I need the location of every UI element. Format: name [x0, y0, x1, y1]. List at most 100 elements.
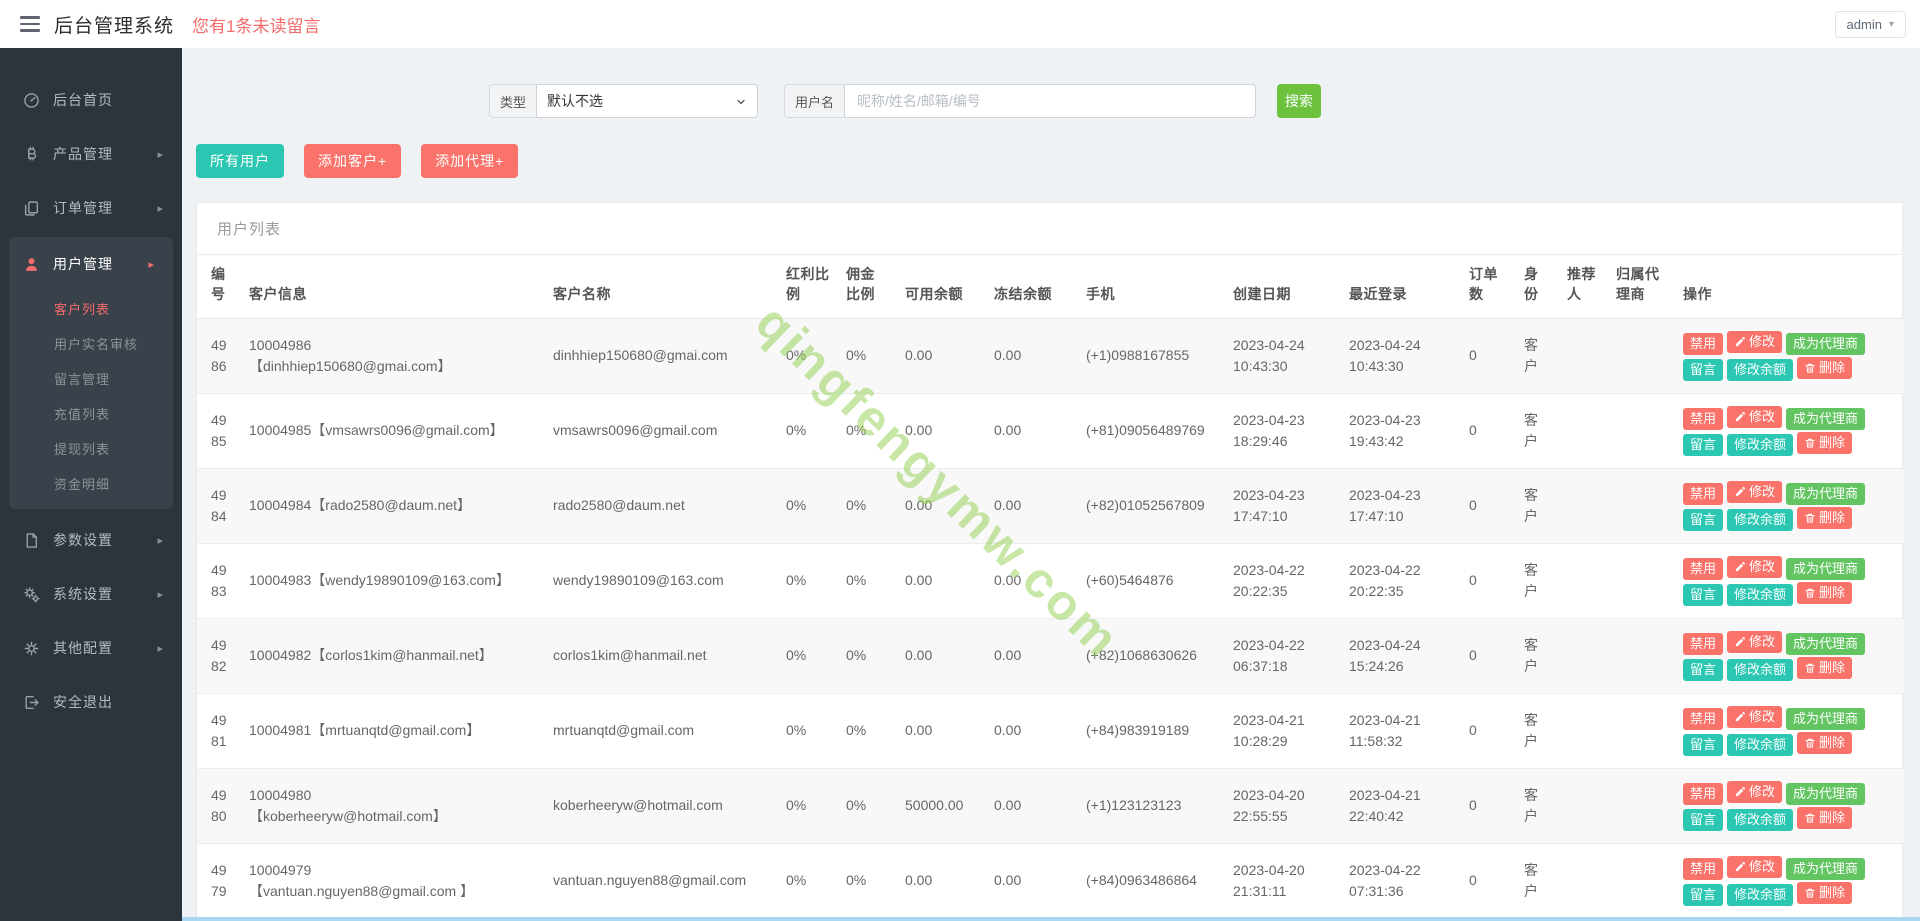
edit-button[interactable]: 修改 — [1727, 480, 1783, 503]
message-button[interactable]: 留言 — [1683, 733, 1724, 756]
sidebar-subitem[interactable]: 充值列表 — [9, 396, 173, 431]
disable-button[interactable]: 禁用 — [1683, 557, 1724, 580]
pencil-icon — [1734, 486, 1746, 498]
cell-commission: 0% — [846, 497, 867, 514]
username-input[interactable] — [844, 84, 1257, 118]
disable-button[interactable]: 禁用 — [1683, 782, 1724, 805]
search-button[interactable]: 搜索 — [1277, 84, 1322, 118]
sidebar-item[interactable]: 安全退出 — [0, 675, 182, 729]
admin-dropdown[interactable]: admin ▾ — [1834, 10, 1906, 38]
edit-button[interactable]: 修改 — [1727, 855, 1783, 878]
all-users-button[interactable]: 所有用户 — [196, 144, 284, 178]
message-button[interactable]: 留言 — [1683, 358, 1724, 381]
edit-balance-button[interactable]: 修改余额 — [1727, 508, 1794, 531]
menu-toggle-icon[interactable] — [20, 16, 40, 32]
cell-commission: 0% — [846, 422, 867, 439]
disable-button[interactable]: 禁用 — [1683, 332, 1724, 355]
edit-button[interactable]: 修改 — [1727, 630, 1783, 653]
trash-icon — [1804, 887, 1816, 899]
cell-agent — [1608, 318, 1675, 393]
edit-balance-button[interactable]: 修改余额 — [1727, 358, 1794, 381]
column-header: 佣金比例 — [838, 255, 897, 319]
cell-commission: 0% — [846, 797, 867, 814]
sidebar-item[interactable]: 系统设置 ▸ — [0, 567, 182, 621]
sidebar-item[interactable]: 其他配置 ▸ — [0, 621, 182, 675]
sidebar-subitem[interactable]: 用户实名审核 — [9, 326, 173, 361]
cell-available: 0.00 — [905, 347, 933, 364]
edit-balance-button[interactable]: 修改余额 — [1727, 433, 1794, 456]
sidebar-subitem[interactable]: 提现列表 — [9, 431, 173, 466]
delete-button[interactable]: 删除 — [1797, 356, 1853, 379]
sidebar-subitem[interactable]: 客户列表 — [9, 291, 173, 326]
delete-button[interactable]: 删除 — [1797, 506, 1853, 529]
edit-button[interactable]: 修改 — [1727, 405, 1783, 428]
cell-commission: 0% — [846, 572, 867, 589]
sidebar-item[interactable]: 参数设置 ▸ — [0, 513, 182, 567]
delete-button[interactable]: 删除 — [1797, 881, 1853, 904]
disable-button[interactable]: 禁用 — [1683, 857, 1724, 880]
edit-balance-button[interactable]: 修改余额 — [1727, 808, 1794, 831]
delete-button[interactable]: 删除 — [1797, 731, 1853, 754]
delete-button[interactable]: 删除 — [1797, 581, 1853, 604]
table-row: 4984 10004984【rado2580@daum.net】 rado2580@… — [197, 468, 1904, 544]
cell-last-login: 2023-04-21 11:58:32 — [1349, 711, 1421, 749]
message-button[interactable]: 留言 — [1683, 883, 1724, 906]
message-button[interactable]: 留言 — [1683, 808, 1724, 831]
disable-button[interactable]: 禁用 — [1683, 707, 1724, 730]
become-agent-button[interactable]: 成为代理商 — [1786, 332, 1866, 355]
cell-role: 客户 — [1524, 486, 1538, 524]
table-row: 4981 10004981【mrtuanqtd@gmail.com】 mrtuanq… — [197, 693, 1904, 768]
become-agent-button[interactable]: 成为代理商 — [1786, 557, 1866, 580]
become-agent-button[interactable]: 成为代理商 — [1786, 632, 1866, 655]
cell-name: dinhhiep150680@gmai.com — [553, 347, 728, 364]
disable-button[interactable]: 禁用 — [1683, 407, 1724, 430]
sidebar-item[interactable]: 用户管理 ▸ — [9, 237, 173, 291]
sidebar-item[interactable]: 后台首页 — [0, 73, 182, 127]
add-agent-button[interactable]: 添加代理+ — [421, 144, 519, 178]
edit-button[interactable]: 修改 — [1727, 705, 1783, 728]
column-header: 红利比例 — [778, 255, 838, 319]
cell-name: rado2580@daum.net — [553, 497, 685, 514]
cell-orders: 0 — [1469, 422, 1477, 439]
pencil-icon — [1734, 861, 1746, 873]
column-header: 身份 — [1516, 255, 1559, 319]
disable-button[interactable]: 禁用 — [1683, 632, 1724, 655]
message-button[interactable]: 留言 — [1683, 508, 1724, 531]
become-agent-button[interactable]: 成为代理商 — [1786, 782, 1866, 805]
message-button[interactable]: 留言 — [1683, 583, 1724, 606]
message-button[interactable]: 留言 — [1683, 658, 1724, 681]
cell-actions: 禁用修改成为代理商留言修改余额删除 — [1675, 318, 1904, 393]
edit-button[interactable]: 修改 — [1727, 555, 1783, 578]
sidebar-item[interactable]: 订单管理 ▸ — [0, 181, 182, 235]
become-agent-button[interactable]: 成为代理商 — [1786, 482, 1866, 505]
sidebar-item-label: 产品管理 — [53, 146, 113, 162]
unread-message-notice[interactable]: 您有1条未读留言 — [192, 12, 320, 37]
disable-button[interactable]: 禁用 — [1683, 482, 1724, 505]
cell-frozen: 0.00 — [994, 647, 1022, 664]
main-content: 类型 默认不选 用户名 搜索 所有用户 添加客户+ 添加代理+ 用户列表 编号客… — [182, 48, 1920, 921]
become-agent-button[interactable]: 成为代理商 — [1786, 857, 1866, 880]
edit-balance-button[interactable]: 修改余额 — [1727, 658, 1794, 681]
delete-button[interactable]: 删除 — [1797, 806, 1853, 829]
type-select[interactable]: 默认不选 — [536, 84, 759, 118]
edit-button[interactable]: 修改 — [1727, 330, 1783, 353]
become-agent-button[interactable]: 成为代理商 — [1786, 407, 1866, 430]
delete-button[interactable]: 删除 — [1797, 656, 1853, 679]
edit-balance-button[interactable]: 修改余额 — [1727, 883, 1794, 906]
become-agent-button[interactable]: 成为代理商 — [1786, 707, 1866, 730]
trash-icon — [1804, 662, 1816, 674]
sidebar-item[interactable]: 产品管理 ▸ — [0, 127, 182, 181]
delete-button[interactable]: 删除 — [1797, 431, 1853, 454]
horizontal-scrollbar[interactable] — [182, 917, 1920, 921]
message-button[interactable]: 留言 — [1683, 433, 1724, 456]
dashboard-icon — [23, 92, 40, 109]
add-customer-button[interactable]: 添加客户+ — [304, 144, 402, 178]
sidebar-subitem[interactable]: 资金明细 — [9, 466, 173, 501]
edit-balance-button[interactable]: 修改余额 — [1727, 733, 1794, 756]
edit-button[interactable]: 修改 — [1727, 780, 1783, 803]
table-row: 4986 10004986 【dinhhiep150680@gmai.com】 di… — [197, 318, 1904, 394]
cell-created: 2023-04-23 17:47:10 — [1233, 486, 1305, 524]
cell-id: 4979 — [211, 861, 227, 899]
edit-balance-button[interactable]: 修改余额 — [1727, 583, 1794, 606]
sidebar-subitem[interactable]: 留言管理 — [9, 361, 173, 396]
